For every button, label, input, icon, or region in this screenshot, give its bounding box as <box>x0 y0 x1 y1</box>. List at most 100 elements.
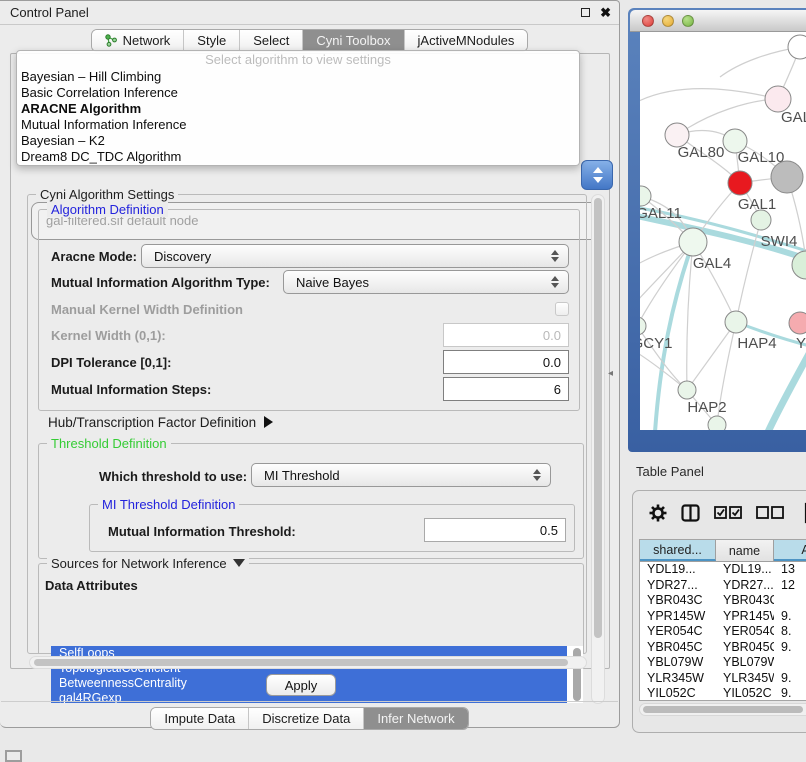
control-panel-title: Control Panel <box>10 5 581 20</box>
network-icon <box>105 34 118 47</box>
which-threshold-select[interactable]: MI Threshold <box>251 463 551 487</box>
tab-style[interactable]: Style <box>183 30 239 51</box>
table-cell: YLR345W <box>716 671 774 687</box>
column-header-shared-name[interactable]: shared... <box>640 540 716 561</box>
network-node-label: GAL80 <box>678 144 725 161</box>
network-node[interactable] <box>708 416 726 430</box>
tab-jactivemnodules[interactable]: jActiveMNodules <box>404 30 528 51</box>
minimize-traffic-light-icon[interactable] <box>662 15 674 27</box>
table-cell <box>774 593 806 609</box>
network-node[interactable] <box>771 161 803 193</box>
tab-label: jActiveMNodules <box>418 33 515 48</box>
table-cell: YBL079W <box>716 655 774 671</box>
hub-tf-definition-toggle[interactable]: Hub/Transcription Factor Definition <box>48 415 273 430</box>
split-columns-icon[interactable] <box>681 504 700 527</box>
table-cell: YBL079W <box>640 655 716 671</box>
tab-select[interactable]: Select <box>239 30 302 51</box>
close-icon[interactable]: ✖ <box>600 8 611 17</box>
network-edge[interactable] <box>720 47 800 77</box>
table-row[interactable]: YBL079WYBL079W <box>640 655 806 671</box>
table-row[interactable]: YER054CYER054C8. <box>640 624 806 640</box>
network-node-hap2[interactable] <box>678 381 696 399</box>
algorithm-option[interactable]: Basic Correlation Inference <box>17 85 579 101</box>
tab-impute-data[interactable]: Impute Data <box>151 708 248 729</box>
tab-discretize-data[interactable]: Discretize Data <box>248 708 363 729</box>
mi-algorithm-type-select[interactable]: Naive Bayes <box>283 270 569 294</box>
manual-kernel-width-checkbox[interactable] <box>555 302 569 316</box>
float-window-icon[interactable] <box>581 8 590 17</box>
network-edge[interactable] <box>677 99 778 135</box>
collapsed-arrow-icon <box>264 416 273 428</box>
algorithm-option[interactable]: Dream8 DC_TDC Algorithm <box>17 149 579 165</box>
select-all-checkboxes-icon[interactable] <box>714 506 742 524</box>
network-node-gal1[interactable] <box>728 171 752 195</box>
network-edge[interactable] <box>736 220 761 322</box>
table-cell: YIL052C <box>640 686 716 700</box>
apply-button[interactable]: Apply <box>266 674 336 696</box>
tab-cyni-toolbox[interactable]: Cyni Toolbox <box>302 30 403 51</box>
mi-threshold-value: 0.5 <box>540 523 558 538</box>
stepper-arrows-icon <box>551 276 559 288</box>
mi-threshold-label: Mutual Information Threshold: <box>108 524 296 539</box>
column-header-partial[interactable]: A <box>774 540 806 561</box>
mi-steps-value: 6 <box>554 382 561 397</box>
zoom-traffic-light-icon[interactable] <box>682 15 694 27</box>
panel-splitter-handle[interactable]: ◂ <box>608 368 613 379</box>
algorithm-dropdown-popup: Select algorithm to view settings Bayesi… <box>16 50 580 166</box>
table-cell: YBR043C <box>716 593 774 609</box>
table-row[interactable]: YBR043CYBR043C <box>640 593 806 609</box>
network-node-gcy1[interactable] <box>640 317 646 335</box>
algorithm-definition-title: Algorithm Definition <box>47 202 168 217</box>
dpi-tolerance-input[interactable]: 0.0 <box>443 350 569 374</box>
network-canvas[interactable]: GALGAL80GAL10GAL1GAL11SWI4GAL4GCY1HAP4YH… <box>640 32 806 430</box>
network-window-titlebar[interactable] <box>630 10 806 32</box>
tab-label: Infer Network <box>377 711 454 726</box>
network-edge[interactable] <box>640 89 778 107</box>
settings-horizontal-scrollbar[interactable] <box>29 656 587 669</box>
kernel-width-input[interactable]: 0.0 <box>443 323 569 347</box>
gear-icon[interactable] <box>649 504 667 527</box>
mi-threshold-input[interactable]: 0.5 <box>424 518 566 542</box>
network-edge-highlighted[interactable] <box>768 352 806 430</box>
algorithm-combobox-stepper[interactable] <box>581 160 613 190</box>
table-row[interactable]: YDL19...YDL19...13 <box>640 562 806 578</box>
tab-network[interactable]: Network <box>92 30 184 51</box>
algorithm-option[interactable]: Mutual Information Inference <box>17 117 579 133</box>
table-row[interactable]: YPR145WYPR145W9. <box>640 609 806 625</box>
network-node-y[interactable] <box>789 312 806 334</box>
algorithm-option[interactable]: Bayesian – K2 <box>17 133 579 149</box>
divider <box>1 701 618 702</box>
table-row[interactable]: YLR345WYLR345W9. <box>640 671 806 687</box>
tab-infer-network[interactable]: Infer Network <box>363 708 467 729</box>
network-node[interactable] <box>751 210 771 230</box>
settings-vertical-scrollbar[interactable] <box>591 194 605 704</box>
aracne-mode-label: Aracne Mode: <box>51 249 137 264</box>
network-edge[interactable] <box>640 242 693 326</box>
aracne-mode-value: Discovery <box>154 249 211 264</box>
network-node-gal4[interactable] <box>679 228 707 256</box>
aracne-mode-select[interactable]: Discovery <box>141 244 569 268</box>
table-horizontal-scrollbar[interactable] <box>639 703 806 716</box>
tab-label: Impute Data <box>164 711 235 726</box>
algorithm-option[interactable]: Bayesian – Hill Climbing <box>17 69 579 85</box>
network-node[interactable] <box>788 35 806 59</box>
tab-label: Select <box>253 33 289 48</box>
network-node-hap4[interactable] <box>725 311 747 333</box>
deselect-all-checkboxes-icon[interactable] <box>756 506 784 524</box>
network-node-label: GCY1 <box>640 335 672 352</box>
close-traffic-light-icon[interactable] <box>642 15 654 27</box>
table-row[interactable]: YDR27...YDR27...12 <box>640 578 806 594</box>
sources-title[interactable]: Sources for Network Inference <box>47 556 249 571</box>
hub-tf-definition-label: Hub/Transcription Factor Definition <box>48 415 256 430</box>
table-header-row: shared... name A <box>640 540 806 562</box>
bottom-tabbar: Impute Data Discretize Data Infer Networ… <box>0 707 619 730</box>
table-row[interactable]: YBR045CYBR045C9. <box>640 640 806 656</box>
algorithm-option[interactable]: ARACNE Algorithm <box>17 101 579 117</box>
column-header-name[interactable]: name <box>716 540 774 561</box>
mi-threshold-definition-title: MI Threshold Definition <box>98 497 239 512</box>
table-body[interactable]: YDL19...YDL19...13YDR27...YDR27...12YBR0… <box>640 562 806 700</box>
minimized-panel-icon[interactable] <box>5 750 22 762</box>
mi-steps-input[interactable]: 6 <box>443 377 569 401</box>
table-row[interactable]: YIL052CYIL052C9. <box>640 686 806 700</box>
control-panel-tabbar: Network Style Select Cyni Toolbox jActiv… <box>0 29 619 52</box>
